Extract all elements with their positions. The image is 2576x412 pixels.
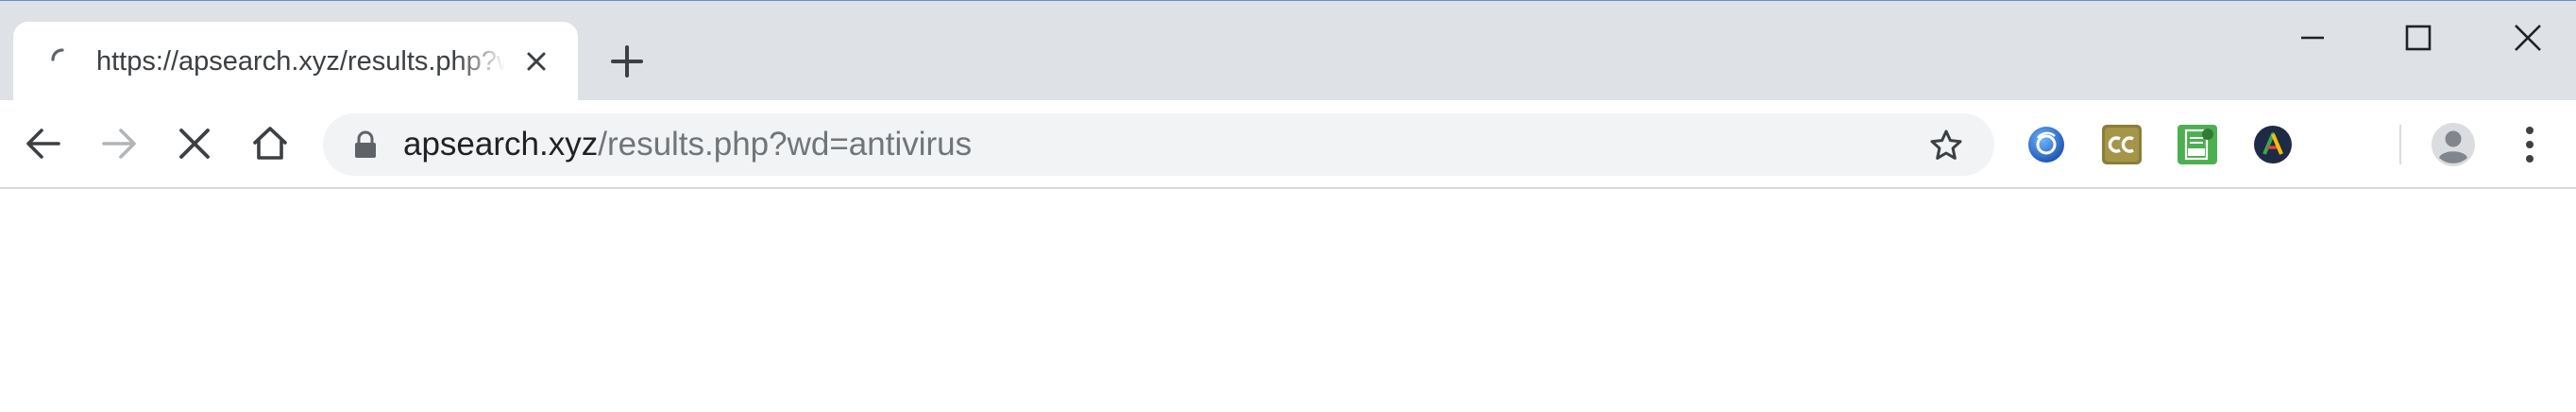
loading-spinner-icon bbox=[49, 46, 74, 71]
arrow-left-icon[interactable] bbox=[21, 121, 66, 166]
maximize-icon[interactable] bbox=[2398, 18, 2438, 58]
tab-strip: https://apsearch.xyz/results.php?wd=anti… bbox=[0, 1, 2576, 101]
a-extension-icon[interactable] bbox=[2253, 125, 2293, 164]
toolbar: apsearch.xyz/results.php?wd=antivirus bbox=[0, 100, 2576, 187]
lock-icon[interactable] bbox=[351, 129, 380, 160]
tab-title-fade bbox=[457, 41, 514, 82]
home-icon[interactable] bbox=[247, 121, 293, 166]
minimize-icon[interactable] bbox=[2293, 18, 2332, 58]
plus-icon[interactable] bbox=[608, 43, 646, 80]
browser-window: https://apsearch.xyz/results.php?wd=anti… bbox=[0, 0, 2576, 412]
url-text[interactable]: apsearch.xyz/results.php?wd=antivirus bbox=[403, 124, 972, 165]
url-path: /results.php?wd=antivirus bbox=[598, 126, 973, 163]
close-window-icon[interactable] bbox=[2508, 18, 2548, 58]
cc-extension-icon[interactable] bbox=[2102, 125, 2142, 164]
tab-title: https://apsearch.xyz/results.php?wd=anti… bbox=[96, 46, 512, 77]
kebab-menu-icon[interactable] bbox=[2516, 123, 2544, 166]
stop-icon[interactable] bbox=[172, 121, 217, 166]
close-icon[interactable] bbox=[521, 46, 551, 77]
star-icon[interactable] bbox=[1928, 128, 1964, 163]
page-content bbox=[0, 189, 2576, 412]
avatar-icon[interactable] bbox=[2431, 122, 2476, 167]
pdf-extension-icon[interactable] bbox=[2178, 125, 2217, 164]
search-extension-icon[interactable] bbox=[2026, 125, 2066, 164]
address-bar[interactable]: apsearch.xyz/results.php?wd=antivirus bbox=[323, 113, 1994, 176]
url-host: apsearch.xyz bbox=[403, 126, 599, 163]
active-tab[interactable]: https://apsearch.xyz/results.php?wd=anti… bbox=[13, 22, 578, 101]
toolbar-divider bbox=[2399, 125, 2401, 164]
arrow-right-icon[interactable] bbox=[96, 121, 142, 166]
